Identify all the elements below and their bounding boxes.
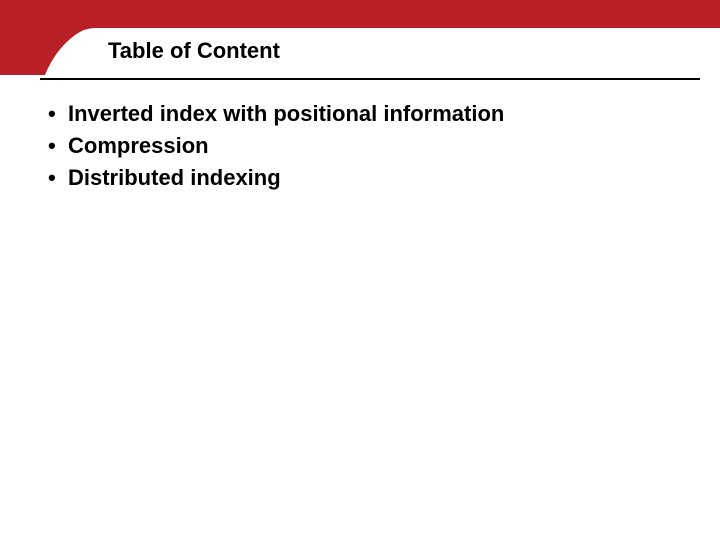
list-item: Compression	[40, 130, 680, 162]
content-area: Inverted index with positional informati…	[40, 98, 680, 194]
top-accent-bar	[0, 0, 720, 28]
horizontal-divider	[40, 78, 700, 80]
corner-decoration	[0, 0, 95, 75]
bullet-list: Inverted index with positional informati…	[40, 98, 680, 194]
list-item: Inverted index with positional informati…	[40, 98, 680, 130]
list-item: Distributed indexing	[40, 162, 680, 194]
slide-title: Table of Content	[108, 38, 280, 64]
